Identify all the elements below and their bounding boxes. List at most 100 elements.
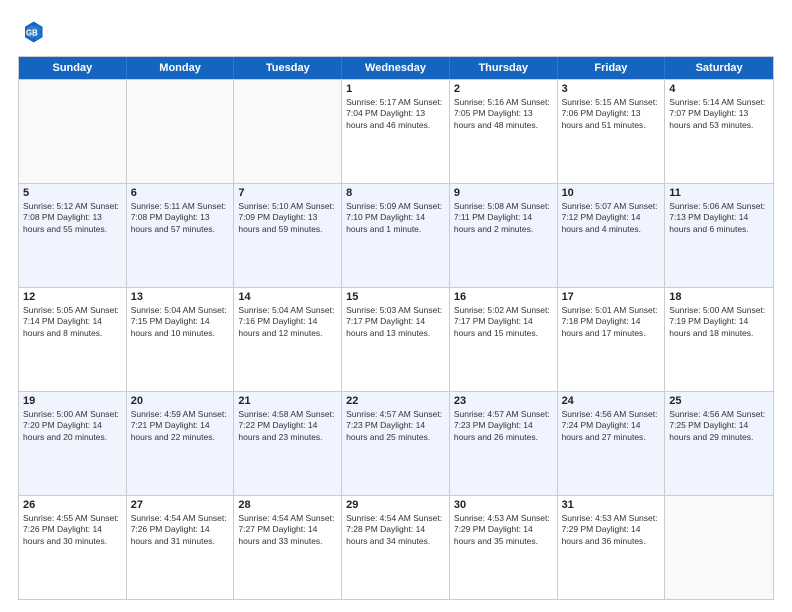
cell-day-number: 10 xyxy=(562,187,661,199)
cal-cell xyxy=(234,80,342,183)
cell-day-number: 14 xyxy=(238,291,337,303)
calendar-row-5: 26 Sunrise: 4:55 AM Sunset: 7:26 PM Dayli… xyxy=(19,495,773,599)
cell-day-number: 29 xyxy=(346,499,445,511)
cal-cell: 1 Sunrise: 5:17 AM Sunset: 7:04 PM Daylig… xyxy=(342,80,450,183)
cal-cell: 7 Sunrise: 5:10 AM Sunset: 7:09 PM Daylig… xyxy=(234,184,342,287)
cell-day-number: 23 xyxy=(454,395,553,407)
cal-cell: 22 Sunrise: 4:57 AM Sunset: 7:23 PM Dayli… xyxy=(342,392,450,495)
cal-cell: 30Sunrise: 4:53 AM Sunset: 7:29 PM Dayli… xyxy=(450,496,558,599)
cal-header-monday: Monday xyxy=(127,57,235,79)
cell-day-number: 26 xyxy=(23,499,122,511)
calendar: SundayMondayTuesdayWednesdayThursdayFrid… xyxy=(18,56,774,600)
cal-cell: 21 Sunrise: 4:58 AM Sunset: 7:22 PM Dayli… xyxy=(234,392,342,495)
cell-info: Sunrise: 5:16 AM Sunset: 7:05 PM Dayligh… xyxy=(454,97,553,131)
cell-info: Sunrise: 5:05 AM Sunset: 7:14 PM Dayligh… xyxy=(23,305,122,339)
cell-info: Sunrise: 4:56 AM Sunset: 7:25 PM Dayligh… xyxy=(669,409,769,443)
calendar-row-2: 5 Sunrise: 5:12 AM Sunset: 7:08 PM Daylig… xyxy=(19,183,773,287)
cell-info: Sunrise: 4:53 AM Sunset: 7:29 PM Dayligh… xyxy=(562,513,661,547)
cell-day-number: 15 xyxy=(346,291,445,303)
page: GB SundayMondayTuesdayWednesdayThursdayF… xyxy=(0,0,792,612)
cal-cell: 23 Sunrise: 4:57 AM Sunset: 7:23 PM Dayli… xyxy=(450,392,558,495)
cell-info: Sunrise: 5:15 AM Sunset: 7:06 PM Dayligh… xyxy=(562,97,661,131)
cell-day-number: 27 xyxy=(131,499,230,511)
cell-info: Sunrise: 5:06 AM Sunset: 7:13 PM Dayligh… xyxy=(669,201,769,235)
cal-cell: 20Sunrise: 4:59 AM Sunset: 7:21 PM Dayli… xyxy=(127,392,235,495)
cell-day-number: 1 xyxy=(346,83,445,95)
header: GB xyxy=(18,18,774,46)
cell-info: Sunrise: 5:00 AM Sunset: 7:19 PM Dayligh… xyxy=(669,305,769,339)
cell-info: Sunrise: 4:54 AM Sunset: 7:27 PM Dayligh… xyxy=(238,513,337,547)
calendar-body: 1 Sunrise: 5:17 AM Sunset: 7:04 PM Daylig… xyxy=(19,79,773,599)
cal-header-thursday: Thursday xyxy=(450,57,558,79)
cell-info: Sunrise: 5:11 AM Sunset: 7:08 PM Dayligh… xyxy=(131,201,230,235)
cell-info: Sunrise: 4:54 AM Sunset: 7:26 PM Dayligh… xyxy=(131,513,230,547)
calendar-row-3: 12 Sunrise: 5:05 AM Sunset: 7:14 PM Dayli… xyxy=(19,287,773,391)
cal-cell: 17Sunrise: 5:01 AM Sunset: 7:18 PM Dayli… xyxy=(558,288,666,391)
cell-day-number: 12 xyxy=(23,291,122,303)
cell-info: Sunrise: 4:57 AM Sunset: 7:23 PM Dayligh… xyxy=(454,409,553,443)
cell-day-number: 21 xyxy=(238,395,337,407)
cell-info: Sunrise: 5:14 AM Sunset: 7:07 PM Dayligh… xyxy=(669,97,769,131)
calendar-header: SundayMondayTuesdayWednesdayThursdayFrid… xyxy=(19,57,773,79)
cell-info: Sunrise: 5:09 AM Sunset: 7:10 PM Dayligh… xyxy=(346,201,445,235)
cal-cell: 6 Sunrise: 5:11 AM Sunset: 7:08 PM Daylig… xyxy=(127,184,235,287)
cal-header-saturday: Saturday xyxy=(665,57,773,79)
cell-info: Sunrise: 4:56 AM Sunset: 7:24 PM Dayligh… xyxy=(562,409,661,443)
cal-cell: 24 Sunrise: 4:56 AM Sunset: 7:24 PM Dayli… xyxy=(558,392,666,495)
cell-info: Sunrise: 5:03 AM Sunset: 7:17 PM Dayligh… xyxy=(346,305,445,339)
cell-day-number: 7 xyxy=(238,187,337,199)
cell-info: Sunrise: 4:57 AM Sunset: 7:23 PM Dayligh… xyxy=(346,409,445,443)
cal-cell: 12 Sunrise: 5:05 AM Sunset: 7:14 PM Dayli… xyxy=(19,288,127,391)
cell-day-number: 17 xyxy=(562,291,661,303)
cell-day-number: 6 xyxy=(131,187,230,199)
cal-cell: 28Sunrise: 4:54 AM Sunset: 7:27 PM Dayli… xyxy=(234,496,342,599)
cell-day-number: 24 xyxy=(562,395,661,407)
calendar-row-4: 19Sunrise: 5:00 AM Sunset: 7:20 PM Dayli… xyxy=(19,391,773,495)
cal-cell: 9 Sunrise: 5:08 AM Sunset: 7:11 PM Daylig… xyxy=(450,184,558,287)
logo: GB xyxy=(18,18,48,46)
cal-cell: 11Sunrise: 5:06 AM Sunset: 7:13 PM Dayli… xyxy=(665,184,773,287)
cal-cell: 15 Sunrise: 5:03 AM Sunset: 7:17 PM Dayli… xyxy=(342,288,450,391)
cell-day-number: 25 xyxy=(669,395,769,407)
cell-info: Sunrise: 4:59 AM Sunset: 7:21 PM Dayligh… xyxy=(131,409,230,443)
cal-cell xyxy=(665,496,773,599)
cell-info: Sunrise: 5:04 AM Sunset: 7:15 PM Dayligh… xyxy=(131,305,230,339)
cell-info: Sunrise: 5:04 AM Sunset: 7:16 PM Dayligh… xyxy=(238,305,337,339)
cell-info: Sunrise: 4:54 AM Sunset: 7:28 PM Dayligh… xyxy=(346,513,445,547)
cell-info: Sunrise: 4:55 AM Sunset: 7:26 PM Dayligh… xyxy=(23,513,122,547)
cell-day-number: 30 xyxy=(454,499,553,511)
cal-cell: 10Sunrise: 5:07 AM Sunset: 7:12 PM Dayli… xyxy=(558,184,666,287)
cal-cell: 25 Sunrise: 4:56 AM Sunset: 7:25 PM Dayli… xyxy=(665,392,773,495)
cell-info: Sunrise: 5:08 AM Sunset: 7:11 PM Dayligh… xyxy=(454,201,553,235)
cal-cell: 5 Sunrise: 5:12 AM Sunset: 7:08 PM Daylig… xyxy=(19,184,127,287)
cell-day-number: 19 xyxy=(23,395,122,407)
cell-day-number: 9 xyxy=(454,187,553,199)
svg-text:GB: GB xyxy=(26,29,38,38)
cal-cell: 2 Sunrise: 5:16 AM Sunset: 7:05 PM Daylig… xyxy=(450,80,558,183)
cell-info: Sunrise: 5:17 AM Sunset: 7:04 PM Dayligh… xyxy=(346,97,445,131)
cell-day-number: 2 xyxy=(454,83,553,95)
cal-cell xyxy=(19,80,127,183)
cell-day-number: 4 xyxy=(669,83,769,95)
cell-day-number: 31 xyxy=(562,499,661,511)
cal-cell: 13 Sunrise: 5:04 AM Sunset: 7:15 PM Dayli… xyxy=(127,288,235,391)
cell-info: Sunrise: 4:58 AM Sunset: 7:22 PM Dayligh… xyxy=(238,409,337,443)
cal-cell: 31 Sunrise: 4:53 AM Sunset: 7:29 PM Dayli… xyxy=(558,496,666,599)
cal-header-sunday: Sunday xyxy=(19,57,127,79)
cal-cell: 3 Sunrise: 5:15 AM Sunset: 7:06 PM Daylig… xyxy=(558,80,666,183)
cell-info: Sunrise: 5:10 AM Sunset: 7:09 PM Dayligh… xyxy=(238,201,337,235)
cell-info: Sunrise: 5:02 AM Sunset: 7:17 PM Dayligh… xyxy=(454,305,553,339)
logo-icon: GB xyxy=(18,18,46,46)
cell-day-number: 8 xyxy=(346,187,445,199)
cal-cell: 18Sunrise: 5:00 AM Sunset: 7:19 PM Dayli… xyxy=(665,288,773,391)
cell-day-number: 13 xyxy=(131,291,230,303)
calendar-row-1: 1 Sunrise: 5:17 AM Sunset: 7:04 PM Daylig… xyxy=(19,79,773,183)
cal-header-friday: Friday xyxy=(558,57,666,79)
cell-day-number: 5 xyxy=(23,187,122,199)
cal-header-tuesday: Tuesday xyxy=(234,57,342,79)
cell-day-number: 3 xyxy=(562,83,661,95)
cell-info: Sunrise: 5:12 AM Sunset: 7:08 PM Dayligh… xyxy=(23,201,122,235)
cal-cell: 26 Sunrise: 4:55 AM Sunset: 7:26 PM Dayli… xyxy=(19,496,127,599)
cal-cell: 14 Sunrise: 5:04 AM Sunset: 7:16 PM Dayli… xyxy=(234,288,342,391)
cell-day-number: 22 xyxy=(346,395,445,407)
